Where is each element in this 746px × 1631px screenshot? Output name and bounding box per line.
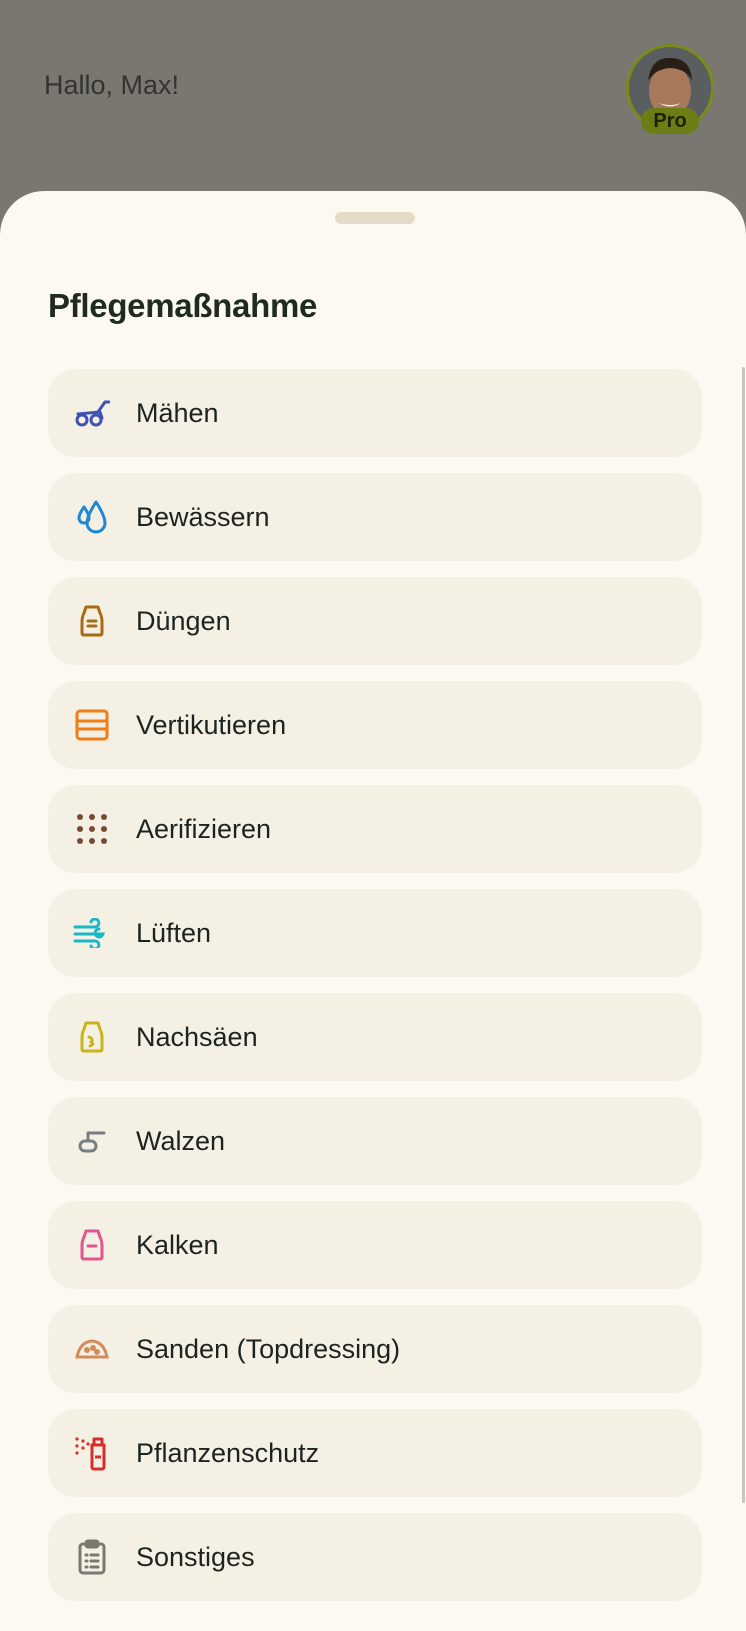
spray-bottle-icon (72, 1433, 112, 1473)
list-item-label: Bewässern (136, 501, 270, 532)
roller-icon (72, 1121, 112, 1161)
care-action-list: Mähen Bewässern Düngen Vertikutieren Aer… (48, 369, 702, 1617)
list-item-vertikutieren[interactable]: Vertikutieren (48, 681, 702, 769)
lime-bag-icon (72, 1225, 112, 1265)
wind-icon (72, 913, 112, 953)
sheet-drag-handle[interactable] (335, 212, 415, 224)
list-item-lueften[interactable]: Lüften (48, 889, 702, 977)
list-item-label: Walzen (136, 1125, 226, 1156)
sand-pile-icon (72, 1329, 112, 1369)
list-item-label: Lüften (136, 917, 212, 948)
aeration-dots-icon (72, 809, 112, 849)
list-item-bewaessern[interactable]: Bewässern (48, 473, 702, 561)
greeting-text: Hallo, Max! (44, 70, 180, 100)
water-drops-icon (72, 497, 112, 537)
list-item-sonstiges[interactable]: Sonstiges (48, 1513, 702, 1601)
clipboard-icon (72, 1537, 112, 1577)
pro-badge: Pro (641, 108, 699, 134)
list-item-aerifizieren[interactable]: Aerifizieren (48, 785, 702, 873)
list-item-kalken[interactable]: Kalken (48, 1201, 702, 1289)
list-item-maehen[interactable]: Mähen (48, 369, 702, 457)
fertilizer-bag-icon (72, 601, 112, 641)
list-item-sanden[interactable]: Sanden (Topdressing) (48, 1305, 702, 1393)
mower-icon (72, 393, 112, 433)
bottom-sheet: Pflegemaßnahme Mähen Bewässern Düngen Ve… (0, 191, 746, 1631)
list-item-label: Sanden (Topdressing) (136, 1333, 401, 1364)
list-item-label: Nachsäen (136, 1021, 258, 1052)
list-item-label: Pflanzenschutz (136, 1437, 320, 1468)
list-item-pflanzenschutz[interactable]: Pflanzenschutz (48, 1409, 702, 1497)
top-bar: Hallo, Max! Pro (0, 0, 746, 200)
sheet-title: Pflegemaßnahme (48, 287, 318, 324)
list-item-duengen[interactable]: Düngen (48, 577, 702, 665)
list-item-label: Aerifizieren (136, 813, 272, 844)
scarifier-icon (72, 705, 112, 745)
list-item-walzen[interactable]: Walzen (48, 1097, 702, 1185)
list-item-label: Mähen (136, 397, 219, 428)
seed-bag-icon (72, 1017, 112, 1057)
scrollbar[interactable] (742, 367, 745, 1503)
list-item-label: Düngen (136, 605, 231, 636)
list-item-label: Sonstiges (136, 1541, 255, 1572)
list-item-label: Vertikutieren (136, 709, 287, 740)
profile-avatar[interactable]: Pro (626, 44, 714, 134)
list-item-nachsaeen[interactable]: Nachsäen (48, 993, 702, 1081)
list-item-label: Kalken (136, 1229, 219, 1260)
